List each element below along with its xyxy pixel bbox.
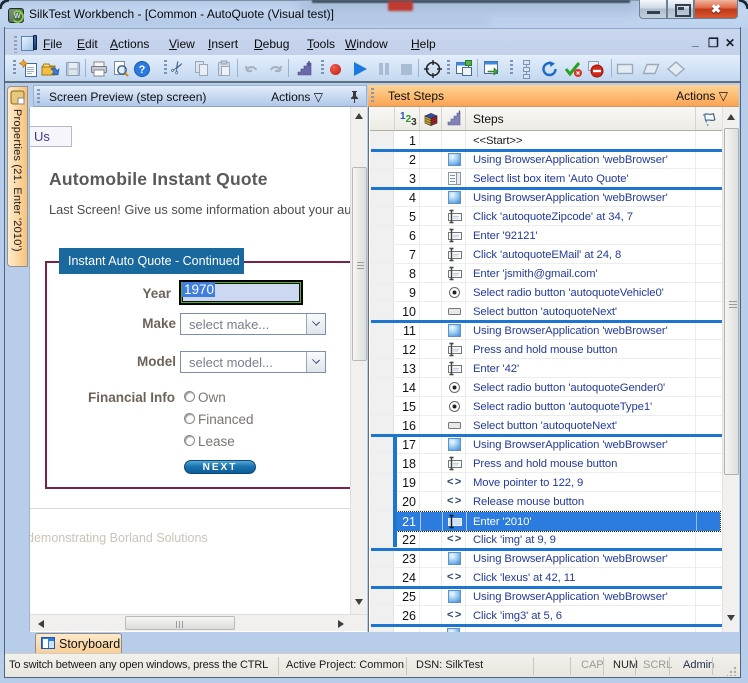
svg-text:?: ? <box>139 64 146 76</box>
